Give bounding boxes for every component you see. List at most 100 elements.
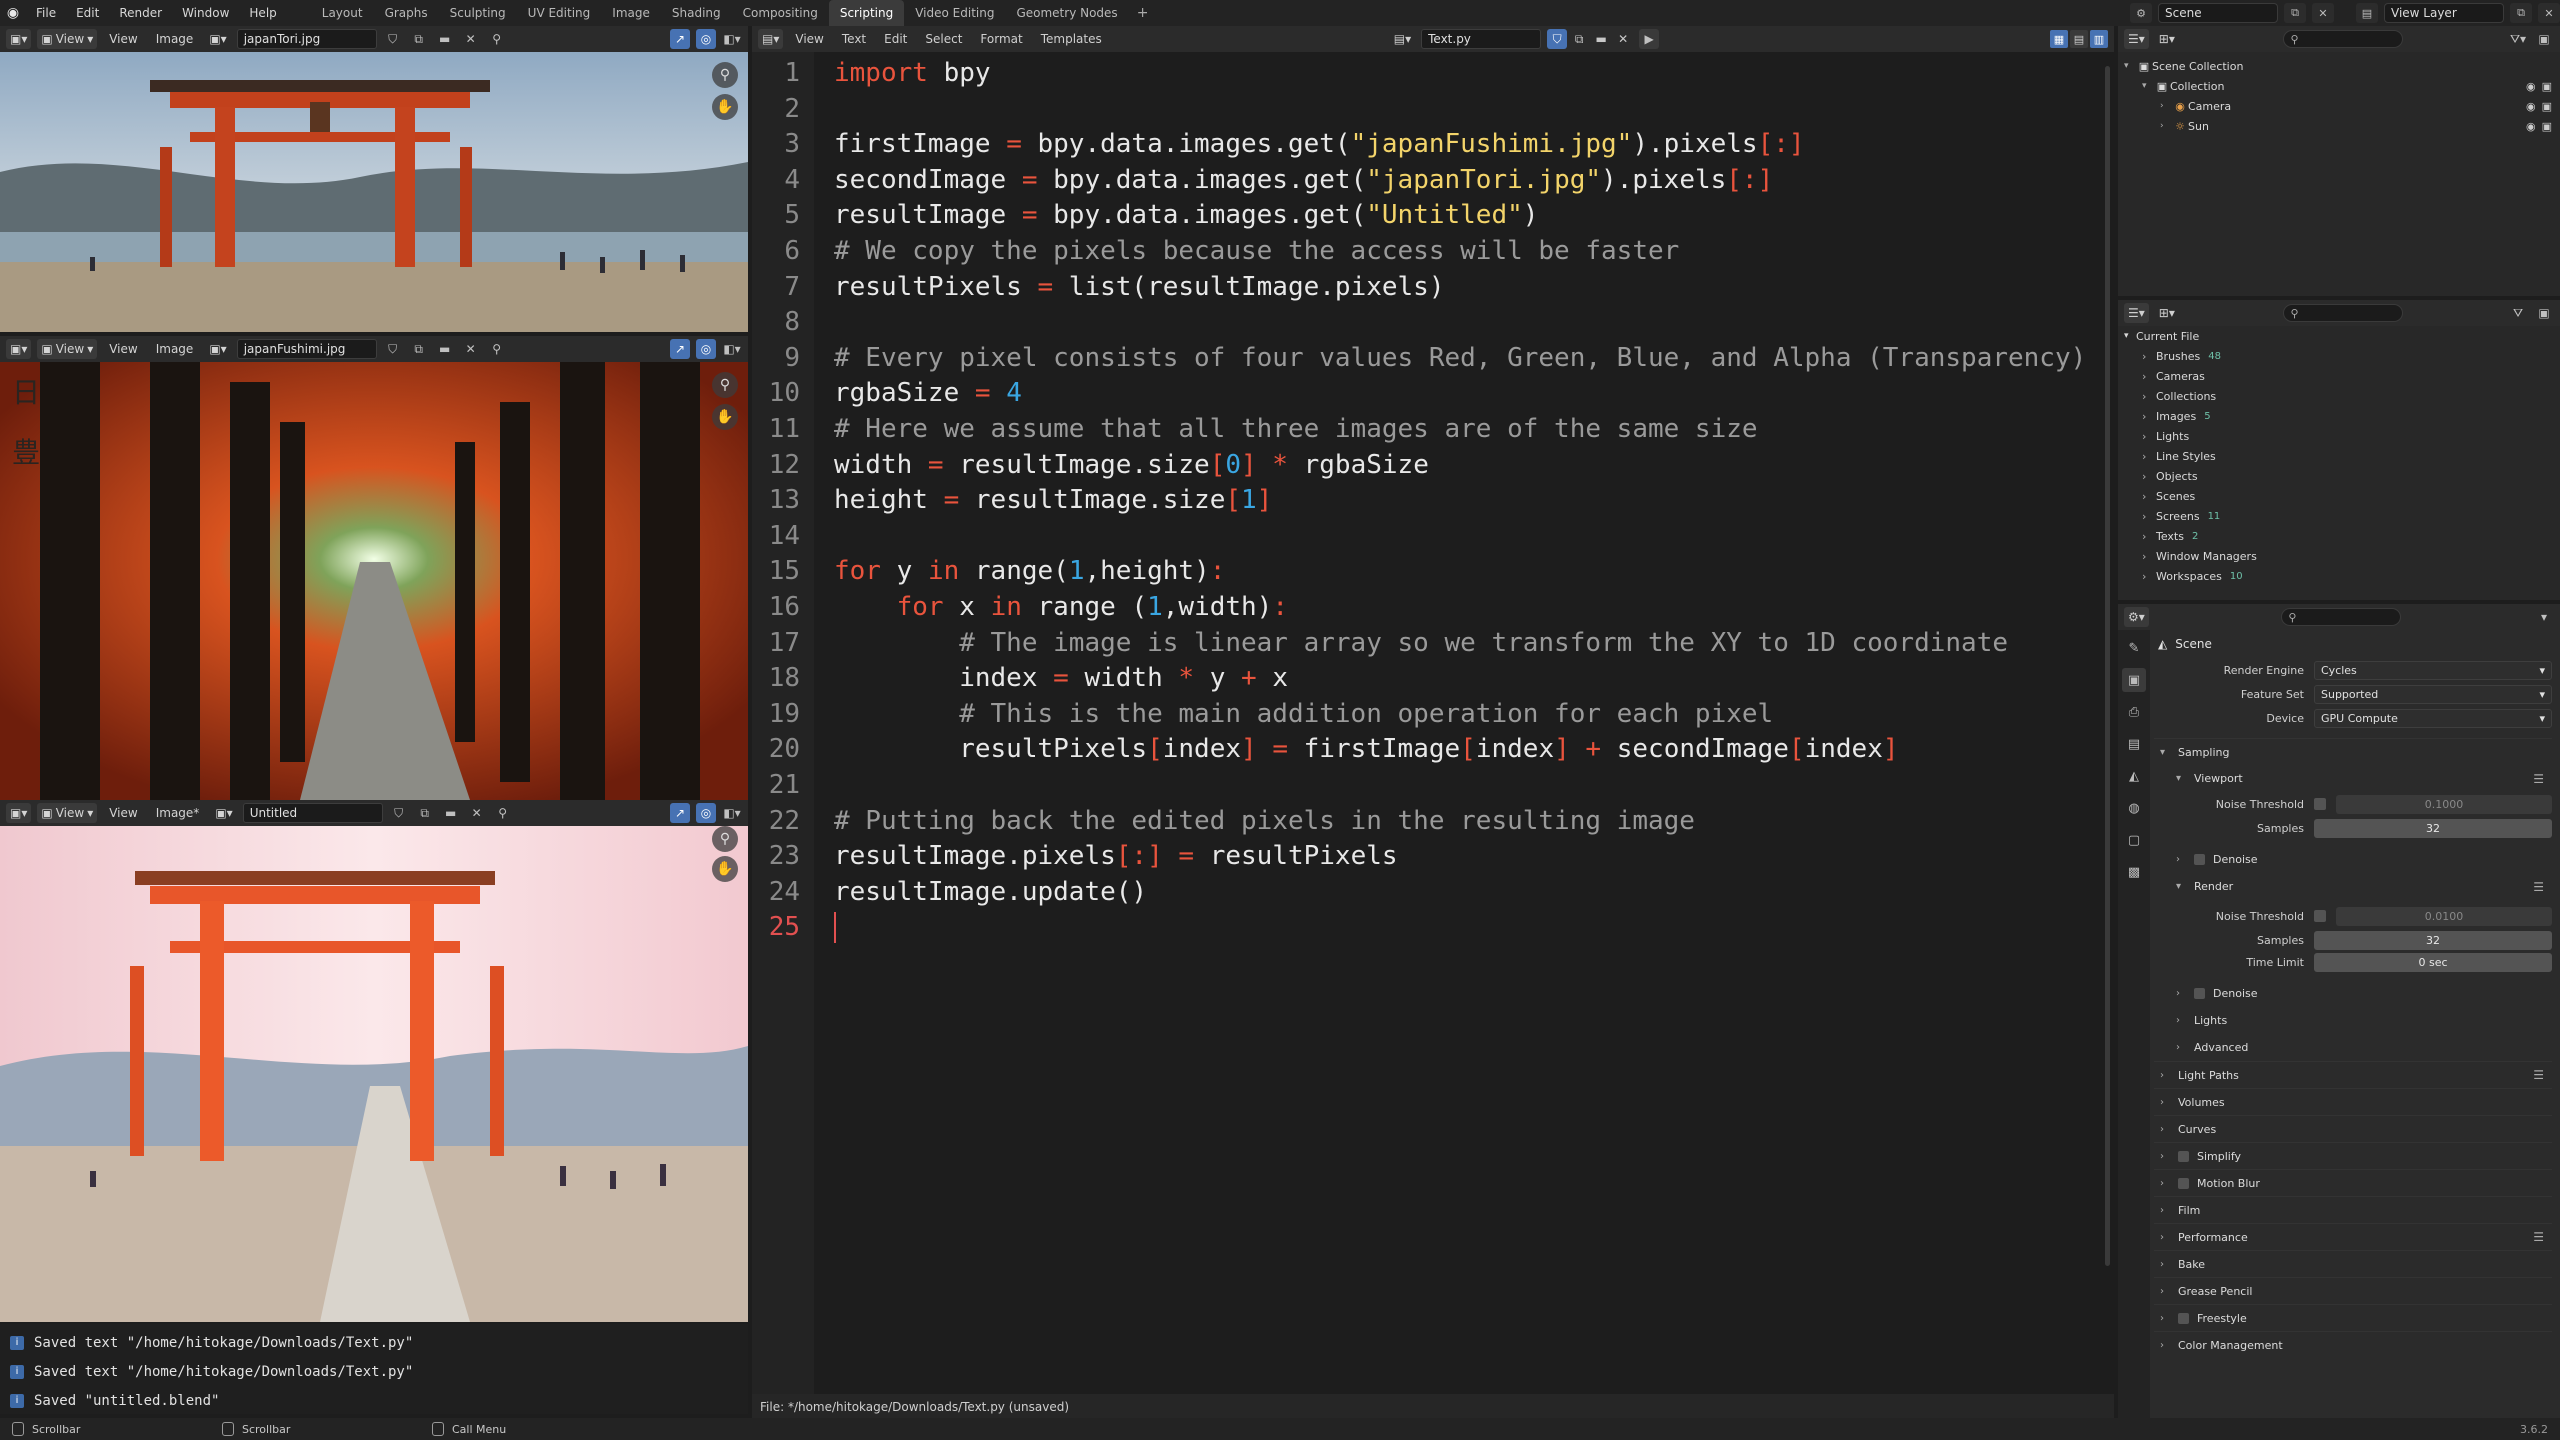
unlink-text-icon[interactable]: ✕ — [1613, 29, 1633, 49]
code-line[interactable]: resultPixels = list(resultImage.pixels) — [834, 270, 1445, 305]
data-api-item-brushes[interactable]: › Brushes 48 — [2118, 346, 2560, 366]
chevron-right-icon[interactable]: › — [2142, 570, 2156, 583]
data-api-item-cameras[interactable]: › Cameras — [2118, 366, 2560, 386]
view-layer-tab-icon[interactable]: ▤ — [2122, 732, 2146, 756]
zoom-icon[interactable]: ⚲ — [712, 372, 738, 398]
output-tab-icon[interactable]: ⎙ — [2122, 700, 2146, 724]
blender-logo-icon[interactable]: ◉ — [0, 0, 26, 26]
time-limit-field[interactable]: 0 sec — [2314, 952, 2552, 972]
new-image-icon[interactable]: ⧉ — [415, 803, 435, 823]
tab-compositing[interactable]: Compositing — [732, 0, 829, 26]
render-denoise-subpanel[interactable]: › Denoise — [2154, 980, 2552, 1007]
unlink-image-icon[interactable]: ✕ — [461, 339, 481, 359]
editor-type-icon[interactable]: ☰▾ — [2124, 29, 2149, 49]
denoise-checkbox[interactable] — [2194, 988, 2205, 999]
code-line[interactable]: resultImage = bpy.data.images.get("Untit… — [834, 198, 1538, 233]
data-api-item-lights[interactable]: › Lights — [2118, 426, 2560, 446]
pan-hand-icon[interactable]: ✋ — [712, 856, 738, 882]
panel-simplify[interactable]: › Simplify — [2154, 1142, 2552, 1169]
delete-scene-icon[interactable]: ✕ — [2312, 3, 2334, 23]
data-api-item-line-styles[interactable]: › Line Styles — [2118, 446, 2560, 466]
code-area[interactable]: import bpy firstImage = bpy.data.images.g… — [814, 52, 2114, 1394]
overlay-icon[interactable]: ◎ — [696, 339, 716, 359]
menu-edit[interactable]: Edit — [66, 0, 109, 26]
chevron-right-icon[interactable]: › — [2142, 430, 2156, 443]
log-entry[interactable]: i Saved text "/home/hitokage/Downloads/Te… — [0, 1357, 748, 1386]
overlay-icon[interactable]: ◎ — [696, 803, 716, 823]
code-line[interactable]: index = width * y + x — [834, 661, 1288, 696]
panel-bake[interactable]: › Bake — [2154, 1250, 2552, 1277]
viewport-subpanel-header[interactable]: ▾ Viewport ☰ — [2154, 765, 2552, 792]
menu-help[interactable]: Help — [239, 0, 286, 26]
options-icon[interactable]: ▾ — [2534, 607, 2554, 627]
presets-icon[interactable]: ☰ — [2533, 1230, 2544, 1244]
feature-set-dropdown[interactable]: Supported ▾ — [2314, 684, 2552, 704]
chevron-right-icon[interactable]: › — [2142, 490, 2156, 503]
fake-user-icon[interactable]: ⛉ — [383, 339, 403, 359]
render-camera-icon[interactable]: ▣ — [2542, 100, 2552, 113]
view-layer-selector[interactable]: View Layer — [2384, 3, 2504, 23]
code-line[interactable]: # Here we assume that all three images a… — [834, 412, 1758, 447]
tab-graphs[interactable]: Graphs — [374, 0, 439, 26]
panel-light-paths[interactable]: › Light Paths ☰ — [2154, 1061, 2552, 1088]
data-api-item-screens[interactable]: › Screens 11 — [2118, 506, 2560, 526]
render-engine-dropdown[interactable]: Cycles ▾ — [2314, 660, 2552, 680]
device-dropdown[interactable]: GPU Compute ▾ — [2314, 708, 2552, 728]
code-line[interactable]: # Putting back the edited pixels in the … — [834, 804, 1695, 839]
delete-view-layer-icon[interactable]: ✕ — [2538, 3, 2560, 23]
chevron-right-icon[interactable]: › — [2160, 101, 2172, 111]
data-api-item-window-managers[interactable]: › Window Managers — [2118, 546, 2560, 566]
chevron-right-icon[interactable]: › — [2142, 350, 2156, 363]
denoise-checkbox[interactable] — [2194, 854, 2205, 865]
tab-geometry-nodes[interactable]: Geometry Nodes — [1005, 0, 1128, 26]
code-line[interactable]: secondImage = bpy.data.images.get("japan… — [834, 163, 1773, 198]
editor-type-icon[interactable]: ▤▾ — [758, 29, 784, 49]
word-wrap-toggle-icon[interactable]: ▤ — [2070, 30, 2088, 48]
open-text-icon[interactable]: ▬ — [1591, 29, 1611, 49]
texture-tab-icon[interactable]: ▩ — [2122, 860, 2146, 884]
panel-volumes[interactable]: › Volumes — [2154, 1088, 2552, 1115]
view-mode-dropdown[interactable]: ▣ View ▾ — [37, 339, 98, 359]
render-camera-icon[interactable]: ▣ — [2542, 120, 2552, 133]
view-mode-dropdown[interactable]: ▣ View ▾ — [37, 803, 98, 823]
outliner-search-input[interactable]: ⚲ — [2283, 30, 2404, 48]
render-subpanel-header[interactable]: ▾ Render ☰ — [2154, 873, 2552, 900]
menu-view[interactable]: View — [789, 32, 829, 46]
log-entry[interactable]: i Saved text "/home/hitokage/Downloads/Te… — [0, 1328, 748, 1357]
data-api-root[interactable]: ▾ Current File — [2118, 326, 2560, 346]
unlink-image-icon[interactable]: ✕ — [461, 29, 481, 49]
code-line[interactable]: firstImage = bpy.data.images.get("japanF… — [834, 127, 1805, 162]
log-entry[interactable]: i Saved "untitled.blend" — [0, 1386, 748, 1415]
scene-selector[interactable]: Scene — [2158, 3, 2278, 23]
panel-grease-pencil[interactable]: › Grease Pencil — [2154, 1277, 2552, 1304]
menu-view[interactable]: View — [103, 806, 143, 820]
overlay-icon[interactable]: ◎ — [696, 29, 716, 49]
run-script-icon[interactable]: ▶ — [1639, 29, 1660, 49]
code-line[interactable]: resultPixels[index] = firstImage[index] … — [834, 732, 1898, 767]
menu-window[interactable]: Window — [172, 0, 239, 26]
chevron-right-icon[interactable]: › — [2160, 121, 2172, 131]
open-image-icon[interactable]: ▬ — [441, 803, 461, 823]
properties-search-input[interactable]: ⚲ — [2281, 608, 2402, 626]
chevron-right-icon[interactable]: › — [2142, 450, 2156, 463]
text-browse-icon[interactable]: ▤▾ — [1390, 29, 1415, 49]
display-channels-icon[interactable]: ◧▾ — [722, 29, 742, 49]
chevron-right-icon[interactable]: › — [2142, 550, 2156, 563]
zoom-icon[interactable]: ⚲ — [712, 826, 738, 852]
text-file-name-field[interactable]: Text.py — [1421, 29, 1542, 49]
panel-enable-checkbox[interactable] — [2178, 1177, 2189, 1189]
sampling-panel-header[interactable]: ▾ Sampling — [2154, 738, 2552, 765]
data-api-item-collections[interactable]: › Collections — [2118, 386, 2560, 406]
data-api-search-input[interactable]: ⚲ — [2283, 304, 2404, 322]
fake-user-icon[interactable]: ⛉ — [389, 803, 409, 823]
new-collection-icon[interactable]: ▣ — [2534, 29, 2554, 49]
pin-icon[interactable]: ⚲ — [493, 803, 513, 823]
advanced-subpanel[interactable]: › Advanced — [2154, 1034, 2552, 1061]
eye-icon[interactable]: ◉ — [2526, 120, 2536, 133]
menu-render[interactable]: Render — [109, 0, 172, 26]
filter-icon[interactable]: ⛛ — [2508, 303, 2528, 323]
code-line[interactable]: import bpy — [834, 56, 991, 91]
new-image-icon[interactable]: ⧉ — [409, 29, 429, 49]
chevron-right-icon[interactable]: › — [2142, 410, 2156, 423]
chevron-down-icon[interactable]: ▾ — [2142, 81, 2154, 91]
